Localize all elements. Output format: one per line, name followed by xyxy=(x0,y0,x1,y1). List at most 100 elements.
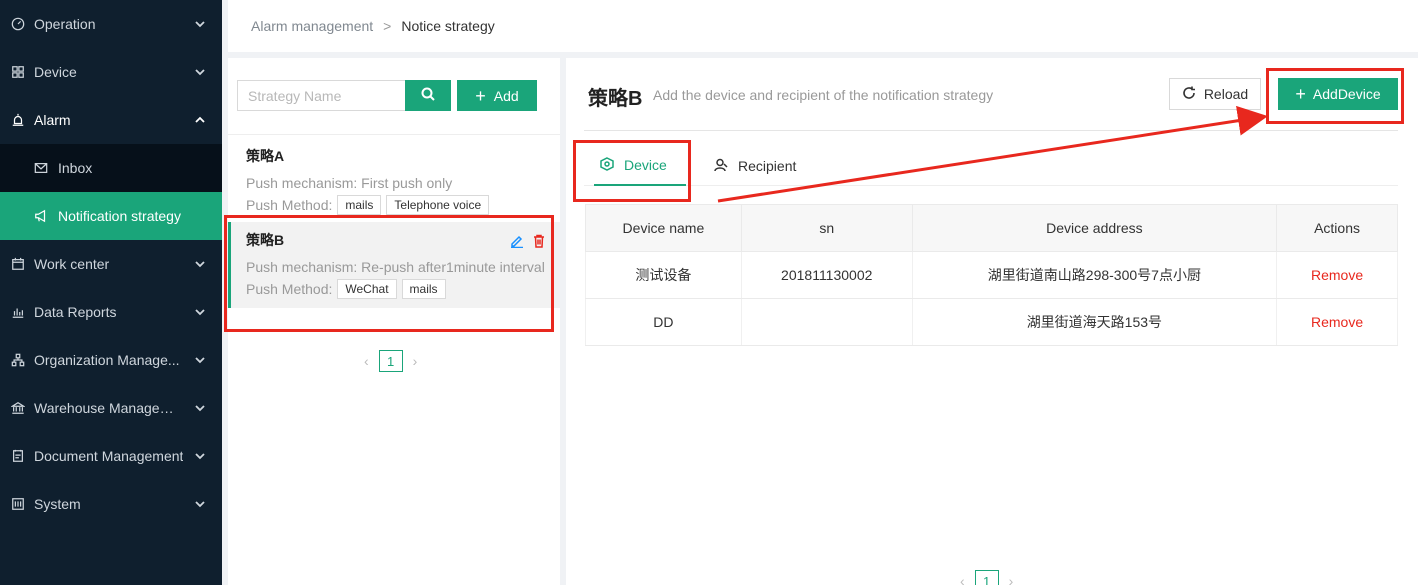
device-pagination: ‹ 1 › xyxy=(960,570,1013,585)
sn-cell: 201811130002 xyxy=(740,251,913,299)
search-row: + Add xyxy=(237,80,537,111)
page-number[interactable]: 1 xyxy=(378,350,403,372)
sidebar-item-label: Notification strategy xyxy=(58,208,181,224)
reload-label: Reload xyxy=(1203,86,1249,102)
sidebar-item-inbox[interactable]: Inbox xyxy=(0,144,222,192)
sidebar-item-label: Data Reports xyxy=(34,304,117,320)
remove-link[interactable]: Remove xyxy=(1276,298,1398,346)
add-device-label: AddDevice xyxy=(1312,86,1381,102)
search-button[interactable] xyxy=(405,80,451,111)
grid-icon xyxy=(10,64,26,80)
reload-icon xyxy=(1182,86,1204,103)
address-cell: 湖里街道海天路153号 xyxy=(911,298,1278,346)
edit-icon[interactable] xyxy=(510,234,524,251)
chevron-down-icon xyxy=(194,449,206,461)
bank-icon xyxy=(10,400,26,416)
sidebar-item-work-center[interactable]: Work center xyxy=(0,240,222,288)
strategy-methods: Push Method: WeChat mails xyxy=(246,278,560,300)
sidebar-item-device[interactable]: Device xyxy=(0,48,222,96)
sidebar-item-label: Work center xyxy=(34,256,110,272)
method-tag: WeChat xyxy=(337,279,397,299)
chevron-down-icon xyxy=(194,65,206,77)
strategy-mechanism: Push mechanism: Re-push after1minute int… xyxy=(246,259,545,275)
chevron-left-icon[interactable]: ‹ xyxy=(364,353,369,369)
calendar-icon xyxy=(10,256,26,272)
add-device-button[interactable]: + AddDevice xyxy=(1278,78,1398,110)
tab-device[interactable]: Device xyxy=(594,146,686,186)
push-method-label: Push Method: xyxy=(246,281,333,297)
strategy-item-a[interactable]: 策略A Push mechanism: First push only Push… xyxy=(228,144,560,218)
chevron-right-icon[interactable]: › xyxy=(413,353,418,369)
sidebar-item-system[interactable]: System xyxy=(0,480,222,528)
tab-recipient[interactable]: Recipient xyxy=(714,146,796,186)
breadcrumb-parent[interactable]: Alarm management xyxy=(251,18,373,34)
chevron-down-icon xyxy=(194,401,206,413)
sidebar-item-label: Inbox xyxy=(58,160,93,176)
chevron-down-icon xyxy=(194,353,206,365)
remove-link[interactable]: Remove xyxy=(1276,251,1398,299)
org-icon xyxy=(10,352,26,368)
device-icon xyxy=(600,156,624,174)
device-name-cell: DD xyxy=(585,298,742,346)
sidebar-item-label: Operation xyxy=(34,16,96,32)
sidebar-item-label: Device xyxy=(34,64,77,80)
chevron-right-icon[interactable]: › xyxy=(1009,573,1014,585)
strategy-methods: Push Method: mails Telephone voice xyxy=(246,194,560,216)
breadcrumb-current: Notice strategy xyxy=(401,18,495,34)
chevron-up-icon xyxy=(194,113,206,125)
settings-icon xyxy=(10,496,26,512)
method-tag: Telephone voice xyxy=(386,195,490,215)
sidebar-item-organization-management[interactable]: Organization Manage... xyxy=(0,336,222,384)
tab-label: Device xyxy=(624,157,667,173)
delete-icon[interactable] xyxy=(532,234,546,251)
sidebar-item-alarm[interactable]: Alarm xyxy=(0,96,222,144)
strategy-search-input[interactable] xyxy=(237,80,405,111)
sidebar-item-label: Document Management xyxy=(34,448,184,464)
strategy-name: 策略A xyxy=(246,148,285,164)
chevron-down-icon xyxy=(194,17,206,29)
sidebar-item-label: Warehouse Manageme... xyxy=(34,400,184,416)
tab-label: Recipient xyxy=(738,158,797,174)
table-row: DD 湖里街道海天路153号 Remove xyxy=(585,298,1398,346)
breadcrumb-separator: > xyxy=(383,18,392,34)
sidebar-item-document-management[interactable]: Document Management xyxy=(0,432,222,480)
strategy-detail-panel: 策略B Add the device and recipient of the … xyxy=(566,58,1418,585)
page-number[interactable]: 1 xyxy=(974,570,999,585)
table-row: 测试设备 201811130002 湖里街道南山路298-300号7点小厨 Re… xyxy=(585,251,1398,299)
strategy-item-b[interactable]: 策略B Push mechanism: Re-push after1minute… xyxy=(228,222,560,308)
alarm-icon xyxy=(10,112,26,128)
dashboard-icon xyxy=(10,16,26,32)
sidebar-item-notification-strategy[interactable]: Notification strategy xyxy=(0,192,222,240)
plus-icon: + xyxy=(1295,84,1306,104)
sidebar-item-operation[interactable]: Operation xyxy=(0,0,222,48)
divider xyxy=(228,134,560,135)
add-strategy-label: Add xyxy=(493,87,519,104)
mail-icon xyxy=(34,160,50,176)
sidebar-item-warehouse-management[interactable]: Warehouse Manageme... xyxy=(0,384,222,432)
sidebar-item-label: System xyxy=(34,496,81,512)
column-header: Device address xyxy=(911,204,1278,252)
column-header: Device name xyxy=(585,204,742,252)
sidebar-item-label: Organization Manage... xyxy=(34,352,180,368)
breadcrumb: Alarm management > Notice strategy xyxy=(228,0,1418,52)
sn-cell xyxy=(740,298,913,346)
table-header-row: Device name sn Device address Actions xyxy=(585,204,1398,252)
chevron-left-icon[interactable]: ‹ xyxy=(960,573,965,585)
strategy-list-panel: + Add 策略A Push mechanism: First push onl… xyxy=(228,58,560,585)
method-tag: mails xyxy=(337,195,382,215)
add-strategy-button[interactable]: + Add xyxy=(457,80,537,111)
column-header: sn xyxy=(740,204,913,252)
alarm-submenu: Inbox Notification strategy xyxy=(0,144,222,240)
strategy-mechanism: Push mechanism: First push only xyxy=(246,175,453,191)
reload-button[interactable]: Reload xyxy=(1169,78,1261,110)
detail-tabs: Device Recipient xyxy=(584,146,1398,186)
divider xyxy=(584,130,1398,131)
page-title: 策略B xyxy=(588,88,643,110)
page-subtitle: Add the device and recipient of the noti… xyxy=(653,87,994,103)
device-name-cell: 测试设备 xyxy=(585,251,742,299)
chevron-down-icon xyxy=(194,497,206,509)
sidebar-item-data-reports[interactable]: Data Reports xyxy=(0,288,222,336)
address-cell: 湖里街道南山路298-300号7点小厨 xyxy=(911,251,1278,299)
search-icon xyxy=(421,87,435,104)
megaphone-icon xyxy=(34,208,50,224)
